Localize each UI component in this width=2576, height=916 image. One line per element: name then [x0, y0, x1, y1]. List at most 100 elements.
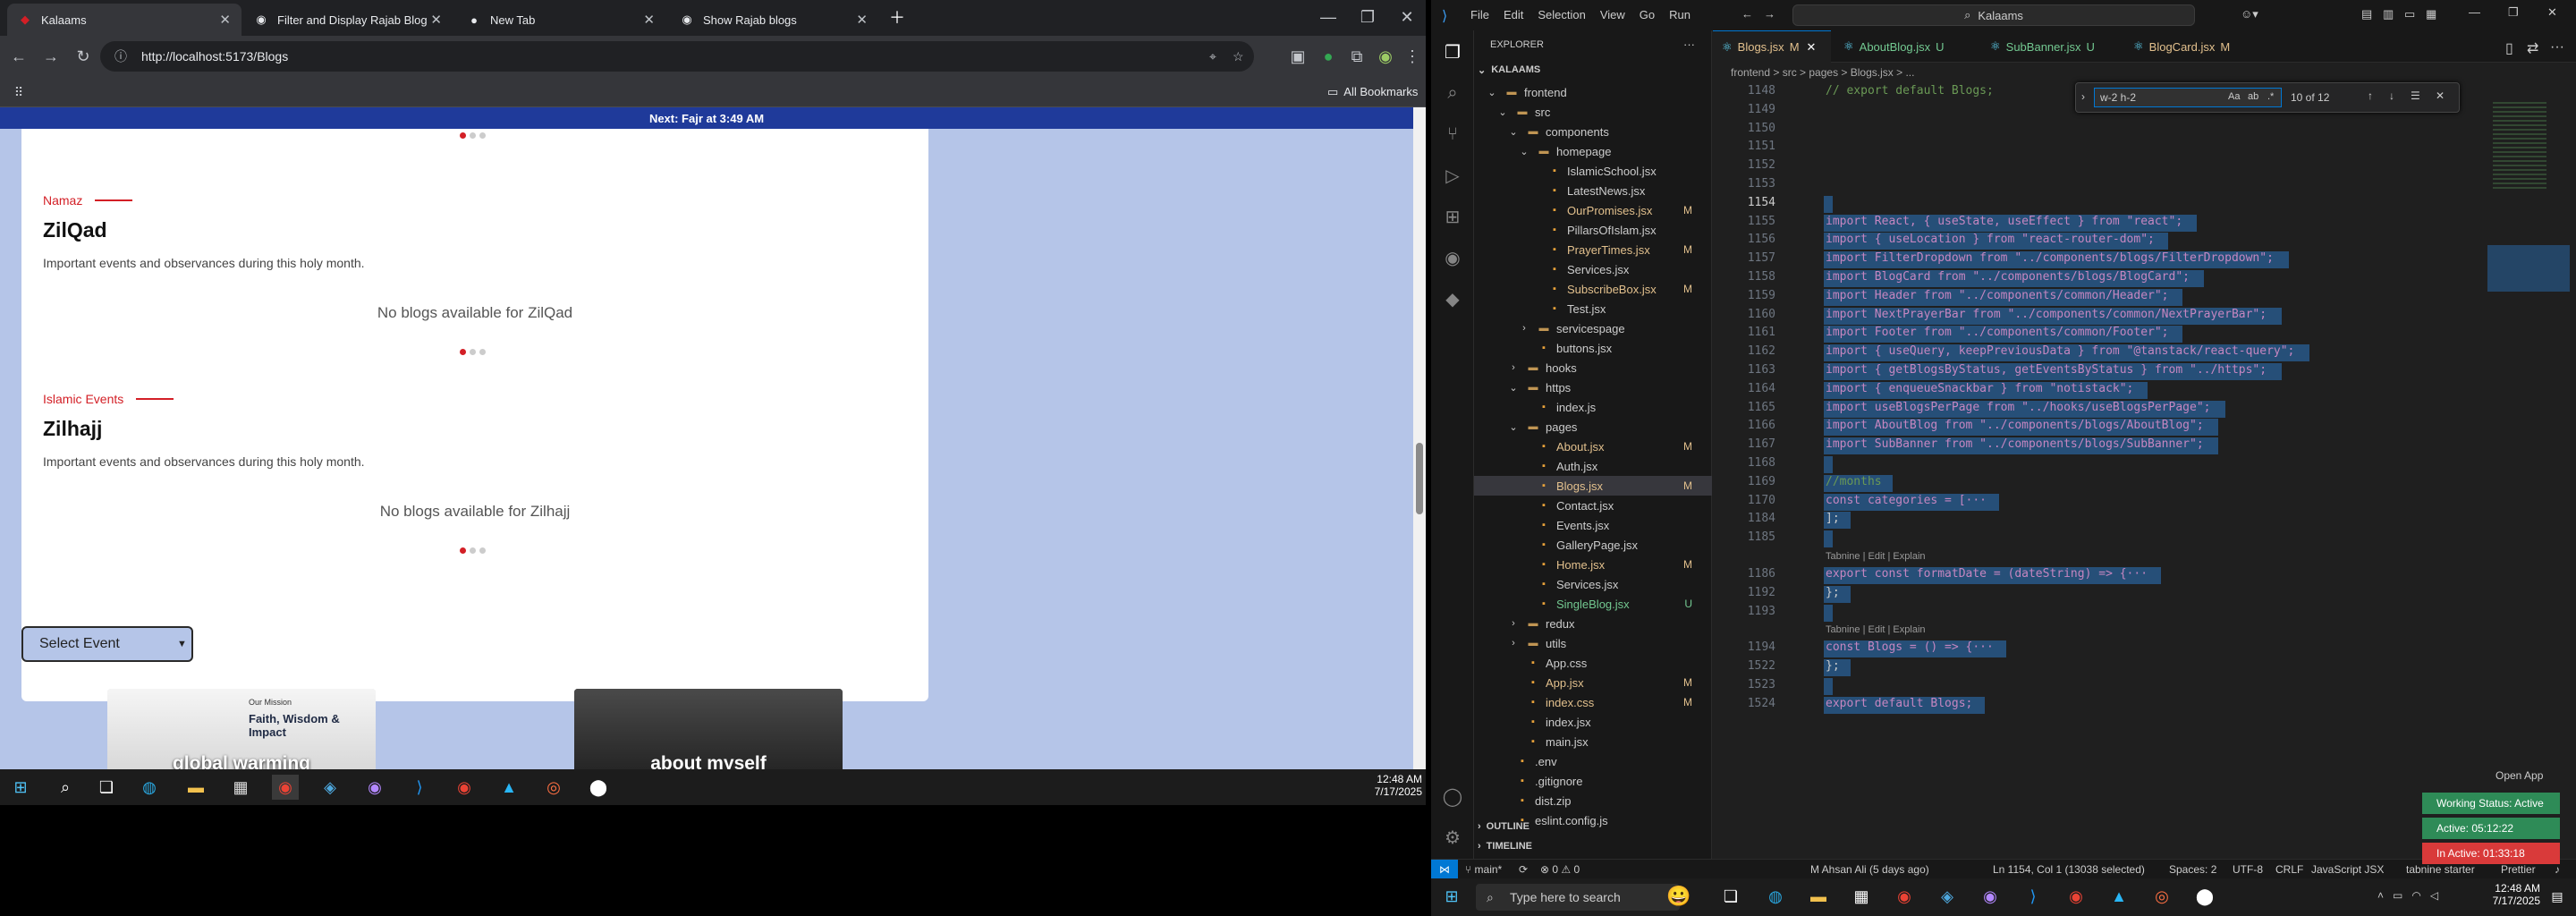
new-tab-button[interactable]: ＋ [886, 5, 909, 29]
panel-toggle-icon[interactable]: ▭ [2404, 7, 2415, 21]
search-icon[interactable]: ⌕ [52, 775, 79, 800]
app-icon[interactable]: ◎ [2148, 884, 2175, 909]
extension-icon[interactable]: ▣ [1286, 45, 1309, 68]
account-icon[interactable]: ◯ [1440, 784, 1465, 809]
file-explorer-icon[interactable]: ▬ [1805, 884, 1832, 909]
select-event-dropdown[interactable]: Select Event ▼ [21, 626, 193, 662]
cursor-position[interactable]: Ln 1154, Col 1 (13038 selected) [1993, 863, 2145, 876]
edge-icon[interactable]: ◍ [1762, 884, 1789, 909]
photos-icon[interactable]: ▲ [496, 775, 522, 800]
file-item[interactable]: ▪ PrayerTimes.jsx M [1474, 240, 1712, 259]
run-debug-icon[interactable]: ▷ [1440, 163, 1465, 188]
task-view-icon[interactable]: ❏ [1717, 884, 1744, 909]
app-icon[interactable]: ◎ [540, 775, 567, 800]
site-info-icon[interactable]: ⓘ [114, 47, 127, 65]
folder-item[interactable]: ⌄ ▬ components [1474, 122, 1712, 141]
sidebar-toggle-icon[interactable]: ▥ [2383, 7, 2394, 21]
editor-tab-subbanner[interactable]: ⚛ SubBanner.jsx U [1981, 30, 2121, 63]
file-item[interactable]: ▪ Services.jsx [1474, 574, 1712, 594]
close-window-button[interactable]: ✕ [2547, 5, 2557, 20]
file-item[interactable]: ▪ Contact.jsx [1474, 496, 1712, 515]
file-item[interactable]: ▪ App.jsx M [1474, 673, 1712, 692]
system-tray[interactable]: ˄ ▭ ◠ ◁ [2377, 889, 2438, 902]
menu-run[interactable]: Run [1669, 8, 1690, 21]
github-desktop-icon[interactable]: ◉ [1977, 884, 2004, 909]
chrome-icon[interactable]: ◉ [272, 775, 299, 800]
editor-tab-blogs[interactable]: ⚛ Blogs.jsx M ✕ [1713, 30, 1831, 63]
task-view-icon[interactable]: ❏ [93, 775, 120, 800]
copilot-icon[interactable]: ☺▾ [2241, 7, 2258, 21]
extension-icon[interactable]: ● [1317, 45, 1340, 68]
file-item[interactable]: ▪ Home.jsx M [1474, 555, 1712, 574]
sync-icon[interactable]: ⟳ [1519, 863, 1528, 876]
file-item[interactable]: ▪ Test.jsx [1474, 299, 1712, 318]
file-item[interactable]: ▪ Auth.jsx [1474, 456, 1712, 476]
folder-item[interactable]: › ▬ hooks [1474, 358, 1712, 377]
menu-file[interactable]: File [1470, 8, 1489, 21]
tab-kalaams[interactable]: ◆ Kalaams ✕ [7, 4, 242, 36]
secondary-sidebar-icon[interactable]: ▦ [2426, 7, 2436, 21]
source-control-icon[interactable]: ⑂ [1440, 122, 1465, 147]
branch-indicator[interactable]: ⑂ main* [1465, 863, 1502, 876]
folder-item[interactable]: ⌄ ▬ frontend [1474, 82, 1712, 102]
problems-indicator[interactable]: ⊗ 0 ⚠ 0 [1540, 863, 1580, 876]
vscode-icon[interactable]: ⟩ [2020, 884, 2046, 909]
maximize-button[interactable]: ❐ [1356, 5, 1379, 29]
nav-forward-icon[interactable]: → [1764, 7, 1775, 21]
breadcrumb[interactable]: frontend > src > pages > Blogs.jsx > ... [1713, 63, 2576, 82]
file-item[interactable]: ▪ About.jsx M [1474, 437, 1712, 456]
menu-selection[interactable]: Selection [1538, 8, 1585, 21]
minimap[interactable] [2487, 102, 2570, 388]
file-item[interactable]: ▪ .env [1474, 751, 1712, 771]
windows-start-icon[interactable]: ⊞ [1438, 884, 1465, 909]
store-icon[interactable]: ▦ [1848, 884, 1875, 909]
folder-item[interactable]: › ▬ redux [1474, 614, 1712, 633]
indentation[interactable]: Spaces: 2 [2169, 863, 2216, 876]
outline-section[interactable]: › OUTLINE [1478, 821, 1530, 832]
github-icon[interactable]: ◉ [1440, 245, 1465, 270]
file-item[interactable]: ▪ .gitignore [1474, 771, 1712, 791]
clock[interactable]: 12:48 AM 7/17/2025 [2469, 882, 2540, 907]
file-item[interactable]: ▪ OurPromises.jsx M [1474, 200, 1712, 220]
folder-item[interactable]: › ▬ utils [1474, 633, 1712, 653]
app-icon[interactable]: ◈ [317, 775, 343, 800]
close-tab-icon[interactable]: ✕ [643, 12, 655, 28]
extensions-icon[interactable]: ⊞ [1440, 204, 1465, 229]
file-item[interactable]: ▪ LatestNews.jsx [1474, 181, 1712, 200]
photos-icon[interactable]: ▲ [2106, 884, 2132, 909]
remote-icon[interactable]: ⋈ [1431, 860, 1458, 878]
nav-back-icon[interactable]: ← [1741, 7, 1753, 21]
file-item[interactable]: ▪ main.jsx [1474, 732, 1712, 751]
file-item[interactable]: ▪ App.css [1474, 653, 1712, 673]
file-item[interactable]: ▪ SingleBlog.jsx U [1474, 594, 1712, 614]
language-mode[interactable]: JavaScript JSX [2311, 863, 2384, 876]
encoding[interactable]: UTF-8 [2233, 863, 2263, 876]
file-item[interactable]: ▪ index.css M [1474, 692, 1712, 712]
tab-filter-rajab[interactable]: ◉ Filter and Display Rajab Blog In ✕ [243, 4, 453, 36]
folder-item[interactable]: ⌄ ▬ https [1474, 377, 1712, 397]
github-desktop-icon[interactable]: ◉ [361, 775, 388, 800]
all-bookmarks[interactable]: ▭ All Bookmarks [1327, 85, 1418, 99]
minimize-button[interactable]: — [2469, 5, 2480, 19]
explorer-icon[interactable]: ❐ [1440, 39, 1465, 64]
scrollbar-thumb[interactable] [1416, 443, 1423, 514]
chrome-icon[interactable]: ◉ [1891, 884, 1918, 909]
search-icon[interactable]: ⌕ [1440, 81, 1465, 106]
minimize-button[interactable]: — [1317, 5, 1340, 29]
windows-start-icon[interactable]: ⊞ [7, 775, 34, 800]
edge-icon[interactable]: ◍ [136, 775, 163, 800]
layout-toggle-icon[interactable]: ▤ [2361, 7, 2372, 21]
blog-card[interactable]: Our Mission Faith, Wisdom & Impact globa… [107, 689, 376, 769]
app-icon[interactable]: ⬤ [2191, 884, 2218, 909]
folder-item[interactable]: › ▬ servicespage [1474, 318, 1712, 338]
tab-new-tab[interactable]: ● New Tab ✕ [456, 4, 665, 36]
menu-edit[interactable]: Edit [1504, 8, 1523, 21]
file-item[interactable]: ▪ dist.zip [1474, 791, 1712, 810]
folder-item[interactable]: ⌄ ▬ pages [1474, 417, 1712, 437]
app-icon[interactable]: ◈ [1934, 884, 1961, 909]
location-icon[interactable]: ⌖ [1209, 49, 1216, 64]
file-item[interactable]: ▪ index.jsx [1474, 712, 1712, 732]
close-tab-icon[interactable]: ✕ [219, 12, 231, 28]
folder-item[interactable]: ⌄ ▬ src [1474, 102, 1712, 122]
settings-gear-icon[interactable]: ⚙ [1440, 825, 1465, 850]
